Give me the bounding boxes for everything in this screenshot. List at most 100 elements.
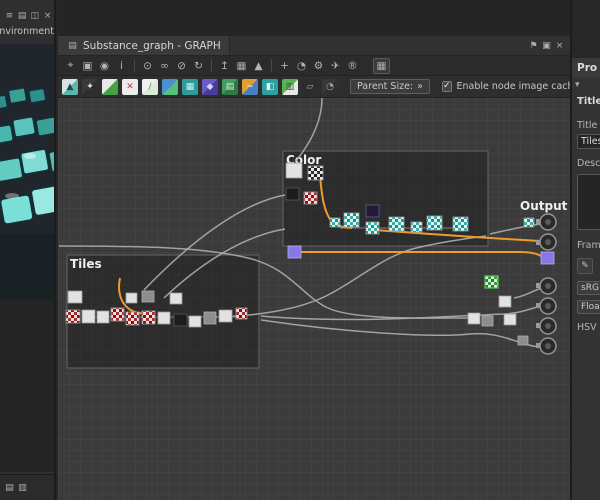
link-icon[interactable]: ∞: [156, 58, 173, 74]
send-icon[interactable]: ✈: [327, 58, 344, 74]
graph-node[interactable]: [503, 313, 517, 326]
graph-node[interactable]: [498, 295, 512, 308]
registered-icon[interactable]: ®: [344, 58, 361, 74]
graph-node[interactable]: [169, 292, 183, 305]
panel-float-icon[interactable]: ◫: [29, 9, 42, 23]
pixel-processor-icon[interactable]: ◔: [322, 78, 338, 95]
graph-canvas[interactable]: Color Tiles Output: [58, 98, 570, 500]
graph-node[interactable]: [285, 187, 300, 201]
bitmap-node-icon[interactable]: ▲: [62, 78, 78, 95]
uniform-color-icon[interactable]: [102, 78, 118, 95]
panel-layers-icon[interactable]: ▤: [3, 481, 16, 495]
zoom-icon[interactable]: ⊙: [139, 58, 156, 74]
graph-node[interactable]: [365, 204, 380, 218]
cache-checkbox[interactable]: ✓: [441, 81, 452, 92]
output-node[interactable]: [536, 317, 557, 335]
graph-node[interactable]: [343, 212, 360, 228]
layout-grid-button[interactable]: ▦: [373, 57, 390, 74]
graph-node[interactable]: [67, 290, 83, 304]
viewport-panel-body: [0, 300, 54, 472]
graph-node[interactable]: [141, 310, 156, 325]
gradient-node-icon[interactable]: [162, 78, 178, 95]
graph-node[interactable]: [388, 216, 405, 232]
graph-node[interactable]: [523, 217, 535, 228]
fit-frame-icon[interactable]: ▣: [79, 58, 96, 74]
info-icon[interactable]: i: [113, 58, 130, 74]
srgb-button[interactable]: sRG: [577, 281, 600, 295]
graph-editor: ▤ Substance_graph - GRAPH ⚑ ▣ × ⌖ ▣ ◉ i ⊙ ∞ ⊘ ↻ ↥ ▦…: [58, 0, 600, 500]
marquee-select-icon[interactable]: ⌖: [62, 58, 79, 74]
title-input[interactable]: Tiles: [577, 134, 600, 149]
panel-grip-icon[interactable]: ≡: [3, 9, 16, 23]
svg-node-icon[interactable]: ✦: [82, 78, 98, 95]
panel-split-icon[interactable]: ▤: [16, 9, 29, 23]
graph-node[interactable]: [329, 217, 341, 228]
close-icon[interactable]: ×: [553, 39, 566, 53]
timer-icon[interactable]: ◔: [293, 58, 310, 74]
graph-node[interactable]: [81, 309, 96, 324]
settings-icon[interactable]: ⚙: [310, 58, 327, 74]
tile-generator-icon[interactable]: ▦: [182, 78, 198, 95]
edit-color-icon[interactable]: ✎: [577, 258, 593, 274]
curve-node-icon[interactable]: ~: [242, 78, 258, 95]
add-node-icon[interactable]: +: [276, 58, 293, 74]
parent-size-button[interactable]: Parent Size: »: [350, 79, 430, 94]
description-input[interactable]: [577, 174, 600, 230]
graph-node[interactable]: [65, 309, 81, 324]
graph-node[interactable]: [96, 310, 110, 324]
blur-node-icon[interactable]: /: [142, 78, 158, 95]
refresh-icon[interactable]: ↻: [190, 58, 207, 74]
3d-viewport-preview[interactable]: [0, 44, 54, 300]
screenshot-icon[interactable]: ◉: [96, 58, 113, 74]
graph-node[interactable]: [110, 307, 125, 322]
output-node[interactable]: [536, 297, 557, 315]
fx-map-icon[interactable]: ◆: [202, 78, 218, 95]
graph-node[interactable]: [235, 307, 248, 320]
graph-node[interactable]: [481, 315, 494, 327]
pin-icon[interactable]: ⚑: [527, 39, 540, 53]
graph-node[interactable]: [218, 309, 233, 323]
transform-node-icon[interactable]: ▱: [302, 78, 318, 95]
collapse-chevron-icon[interactable]: ▾: [575, 80, 580, 90]
pointer-icon[interactable]: ▲: [250, 58, 267, 74]
unlink-icon[interactable]: ⊘: [173, 58, 190, 74]
graph-node[interactable]: [141, 290, 155, 303]
graph-node[interactable]: [285, 162, 303, 179]
graph-node[interactable]: [426, 215, 443, 231]
panel-list-icon[interactable]: ▥: [16, 481, 29, 495]
graph-node[interactable]: [467, 312, 481, 325]
blend-node-icon[interactable]: ✕: [122, 78, 138, 95]
graph-node[interactable]: [517, 335, 529, 346]
checkmark-icon: ✓: [442, 81, 451, 91]
export-icon[interactable]: ↥: [216, 58, 233, 74]
graph-node[interactable]: [188, 315, 202, 328]
output-node[interactable]: [536, 233, 557, 251]
window-controls: ⚑ ▣ ×: [527, 39, 570, 53]
graph-node[interactable]: [303, 191, 318, 205]
graph-node[interactable]: [307, 165, 324, 181]
uniform-color-node[interactable]: [287, 245, 302, 259]
graph-node[interactable]: [410, 221, 423, 233]
panel-close-icon[interactable]: ×: [41, 9, 54, 23]
graph-node[interactable]: [125, 292, 138, 304]
graph-node[interactable]: [157, 311, 171, 325]
output-node[interactable]: [536, 277, 557, 295]
levels-node-icon[interactable]: ▥: [282, 78, 298, 95]
hsl-node-icon[interactable]: ◧: [262, 78, 278, 95]
graph-node[interactable]: [203, 311, 217, 325]
graph-tab[interactable]: ▤ Substance_graph - GRAPH: [58, 36, 230, 55]
output-color-node[interactable]: [540, 251, 555, 265]
graph-node[interactable]: [125, 311, 140, 326]
environment-menu[interactable]: Environment: [0, 26, 54, 41]
snap-grid-icon[interactable]: ▦: [233, 58, 250, 74]
float-button[interactable]: Floa: [577, 300, 600, 314]
graph-tab-icon[interactable]: ▤: [66, 39, 79, 53]
graph-node-selected[interactable]: [484, 275, 499, 289]
graph-node[interactable]: [365, 221, 380, 235]
normal-map-icon[interactable]: ▤: [222, 78, 238, 95]
graph-node[interactable]: [452, 216, 469, 232]
output-node[interactable]: [536, 213, 557, 231]
output-node[interactable]: [536, 337, 557, 355]
dock-icon[interactable]: ▣: [540, 39, 553, 53]
graph-node[interactable]: [173, 313, 188, 327]
